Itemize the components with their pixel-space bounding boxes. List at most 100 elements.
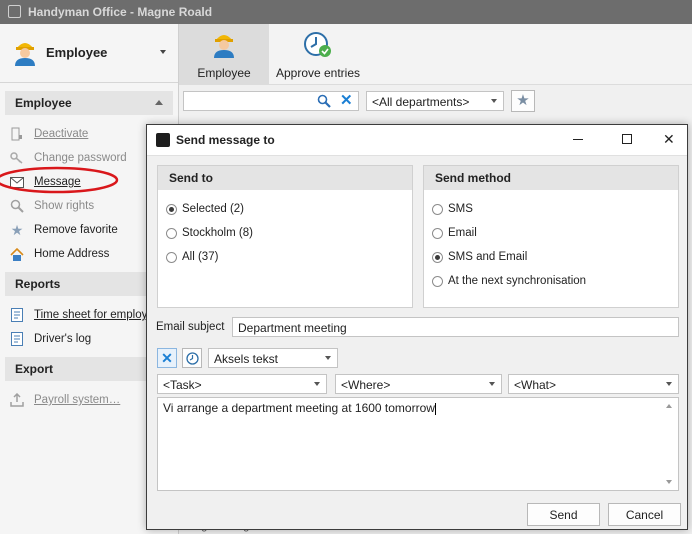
minimize-icon[interactable]	[573, 139, 583, 140]
message-text: Vi arrange a department meeting at 1600 …	[163, 401, 435, 415]
nav-show-rights[interactable]: Show rights	[10, 196, 94, 216]
template-dropdown-value: Aksels tekst	[214, 352, 279, 366]
section-employee-title: Employee	[15, 96, 72, 110]
where-dropdown[interactable]: <Where>	[335, 374, 502, 394]
chevron-down-icon	[491, 99, 497, 103]
dialog-title: Send message to	[176, 133, 275, 147]
radio-all[interactable]	[166, 251, 177, 263]
send-to-title: Send to	[158, 166, 412, 190]
radio-stockholm[interactable]	[166, 227, 177, 239]
clear-template-button[interactable]: ✕	[157, 348, 177, 368]
nav-drivers-log-label: Driver's log	[34, 333, 92, 345]
radio-sms[interactable]	[432, 203, 443, 215]
nav-remove-favorite[interactable]: ★ Remove favorite	[10, 220, 118, 240]
ribbon-employee-label: Employee	[197, 66, 251, 80]
magnifier-icon	[10, 199, 24, 213]
star-icon: ★	[10, 221, 24, 238]
section-employee-header[interactable]: Employee	[5, 91, 173, 115]
employee-selector[interactable]: Employee	[0, 24, 178, 83]
ribbon-employee-button[interactable]: Employee	[179, 24, 269, 84]
nav-home-address-label: Home Address	[34, 248, 110, 260]
task-dropdown[interactable]: <Task>	[157, 374, 327, 394]
home-icon	[10, 247, 24, 261]
task-dropdown-value: <Task>	[163, 378, 202, 392]
what-dropdown[interactable]: <What>	[508, 374, 679, 394]
search-input[interactable]: ✕	[183, 91, 359, 111]
maximize-icon[interactable]	[622, 134, 632, 144]
nav-payroll-label: Payroll system…	[34, 394, 121, 406]
nav-time-sheet-label: Time sheet for employe	[34, 309, 154, 321]
email-subject-label: Email subject	[156, 321, 225, 333]
send-button[interactable]: Send	[527, 503, 600, 526]
method-sms-label: SMS	[448, 203, 473, 215]
nav-change-password-label: Change password	[34, 152, 127, 164]
dialog-title-bar[interactable]: Send message to ✕	[147, 125, 687, 156]
section-reports-title: Reports	[15, 277, 61, 291]
method-sms-option[interactable]: SMS	[432, 200, 473, 218]
method-next-sync-option[interactable]: At the next synchronisation	[432, 272, 586, 290]
nav-home-address[interactable]: Home Address	[10, 244, 109, 264]
nav-deactivate[interactable]: Deactivate	[10, 124, 88, 144]
radio-selected[interactable]	[166, 203, 177, 215]
chevron-down-icon[interactable]	[160, 50, 166, 54]
star-icon: ★	[516, 92, 530, 109]
key-icon	[10, 151, 24, 165]
nav-deactivate-label: Deactivate	[34, 128, 89, 140]
app-icon	[8, 5, 21, 18]
send-to-all-label: All (37)	[182, 251, 219, 263]
search-icon[interactable]	[317, 94, 331, 111]
clear-search-icon[interactable]: ✕	[340, 93, 353, 109]
method-email-option[interactable]: Email	[432, 224, 477, 242]
department-dropdown-value: <All departments>	[372, 95, 470, 109]
email-subject-field[interactable]: Department meeting	[232, 317, 679, 337]
scroll-down-icon[interactable]	[666, 480, 672, 484]
dialog-app-icon	[156, 133, 170, 147]
section-export-title: Export	[15, 362, 54, 376]
send-button-label: Send	[549, 508, 578, 522]
text-cursor	[434, 402, 436, 415]
collapse-arrow-icon[interactable]	[155, 100, 163, 105]
method-sms-and-email-option[interactable]: SMS and Email	[432, 248, 527, 266]
method-next-sync-label: At the next synchronisation	[448, 275, 587, 287]
send-to-stockholm-option[interactable]: Stockholm (8)	[166, 224, 253, 242]
ribbon-approve-entries-label: Approve entries	[275, 66, 361, 80]
send-to-selected-option[interactable]: Selected (2)	[166, 200, 244, 218]
method-email-label: Email	[448, 227, 477, 239]
employee-avatar-icon	[14, 38, 36, 69]
where-dropdown-value: <Where>	[341, 378, 391, 392]
send-to-stockholm-label: Stockholm (8)	[182, 227, 253, 239]
radio-sms-and-email[interactable]	[432, 251, 443, 263]
send-method-group: Send method SMS Email SMS and Email At t…	[423, 165, 679, 308]
close-icon[interactable]: ✕	[663, 131, 675, 147]
template-dropdown[interactable]: Aksels tekst	[208, 348, 338, 368]
deactivate-icon	[10, 127, 24, 141]
message-textarea[interactable]: Vi arrange a department meeting at 1600 …	[157, 397, 679, 491]
nav-show-rights-label: Show rights	[34, 200, 95, 212]
chevron-down-icon	[314, 382, 320, 386]
send-to-all-option[interactable]: All (37)	[166, 248, 218, 266]
chevron-down-icon	[666, 382, 672, 386]
chevron-down-icon	[325, 356, 331, 360]
cancel-button[interactable]: Cancel	[608, 503, 681, 526]
send-method-title: Send method	[424, 166, 678, 190]
nav-payroll[interactable]: Payroll system…	[10, 390, 120, 410]
main-window-title: Handyman Office - Magne Roald	[28, 5, 213, 19]
method-sms-and-email-label: SMS and Email	[448, 251, 528, 263]
chevron-down-icon	[489, 382, 495, 386]
what-dropdown-value: <What>	[514, 378, 557, 392]
radio-email[interactable]	[432, 227, 443, 239]
scroll-up-icon[interactable]	[666, 404, 672, 408]
employee-icon	[213, 30, 235, 61]
insert-time-button[interactable]	[182, 348, 202, 368]
clock-check-icon	[303, 31, 333, 62]
nav-time-sheet[interactable]: Time sheet for employe	[10, 305, 154, 325]
ribbon-approve-entries-button[interactable]: Approve entries	[272, 24, 364, 84]
employee-selector-label: Employee	[46, 45, 108, 60]
main-title-bar: Handyman Office - Magne Roald	[0, 0, 692, 24]
favorite-star-button[interactable]: ★	[511, 90, 535, 112]
nav-drivers-log[interactable]: Driver's log	[10, 329, 91, 349]
radio-next-sync[interactable]	[432, 275, 443, 287]
nav-remove-favorite-label: Remove favorite	[34, 224, 118, 236]
department-dropdown[interactable]: <All departments>	[366, 91, 504, 111]
report-icon	[10, 332, 24, 346]
